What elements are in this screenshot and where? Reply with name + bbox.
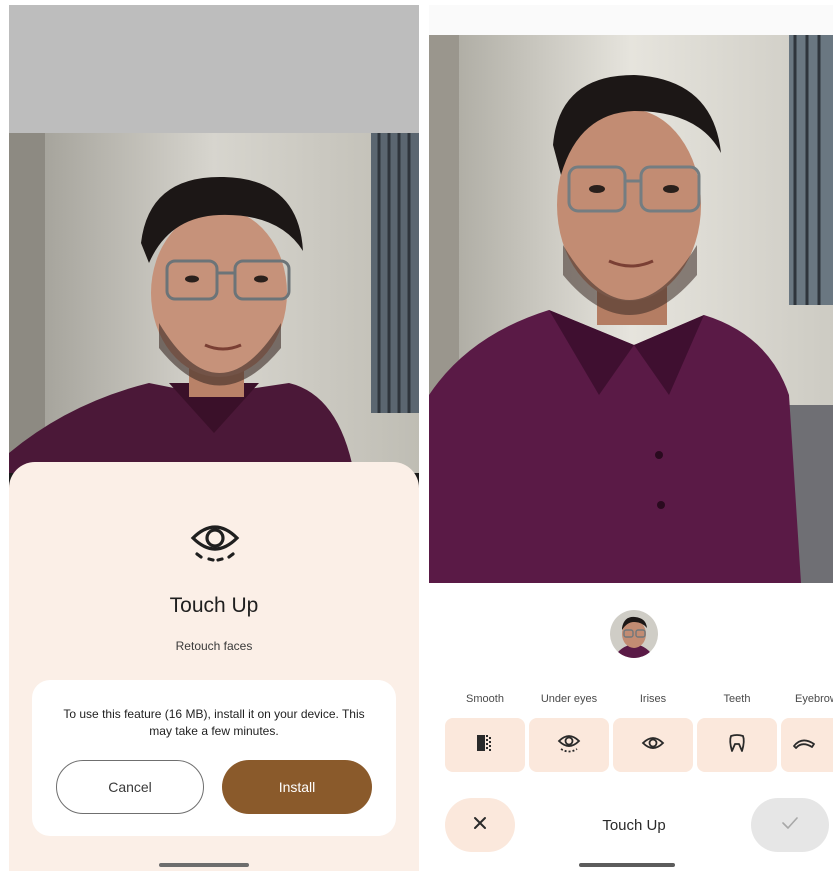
editor-title: Touch Up [602,817,666,834]
top-bar [429,5,833,35]
close-icon [473,816,487,835]
close-button[interactable] [445,798,515,852]
gesture-bar [579,863,675,867]
top-bar [9,5,419,133]
sheet-subtitle: Retouch faces [175,639,253,653]
tool-label-eyebrow: Eyebrow [795,693,833,705]
install-message: To use this feature (16 MB), install it … [63,707,365,738]
tool-label-irises: Irises [639,693,667,705]
tool-label-teeth: Teeth [723,693,751,705]
install-button[interactable]: Install [222,760,372,814]
left-screen: Touch Up Retouch faces To use this featu… [9,5,419,871]
smooth-icon [475,733,495,758]
confirm-button[interactable] [751,798,829,852]
sheet-title: Touch Up [169,594,259,617]
photo-editor-canvas [429,35,833,583]
install-card: To use this feature (16 MB), install it … [32,680,396,836]
eyebrow-icon [792,736,816,755]
cancel-button[interactable]: Cancel [56,760,204,814]
tool-label-under-eyes: Under eyes [540,693,598,705]
under-eyes-icon [557,732,581,759]
eyebrow-tool-button[interactable] [781,718,833,772]
iris-icon [641,734,665,757]
tool-label-smooth: Smooth [466,693,504,705]
teeth-tool-button[interactable] [697,718,777,772]
photo-preview [9,133,419,473]
smooth-tool-button[interactable] [445,718,525,772]
gesture-bar [159,863,249,867]
install-sheet: Touch Up Retouch faces To use this featu… [9,462,419,871]
under-eyes-tool-button[interactable] [529,718,609,772]
tooth-icon [727,733,747,758]
face-selector-avatar[interactable] [610,610,658,658]
eye-icon [187,518,243,564]
check-icon [782,816,798,834]
irises-tool-button[interactable] [613,718,693,772]
right-screen: Smooth Under eyes Irises Teeth Eyebrow [429,5,833,871]
